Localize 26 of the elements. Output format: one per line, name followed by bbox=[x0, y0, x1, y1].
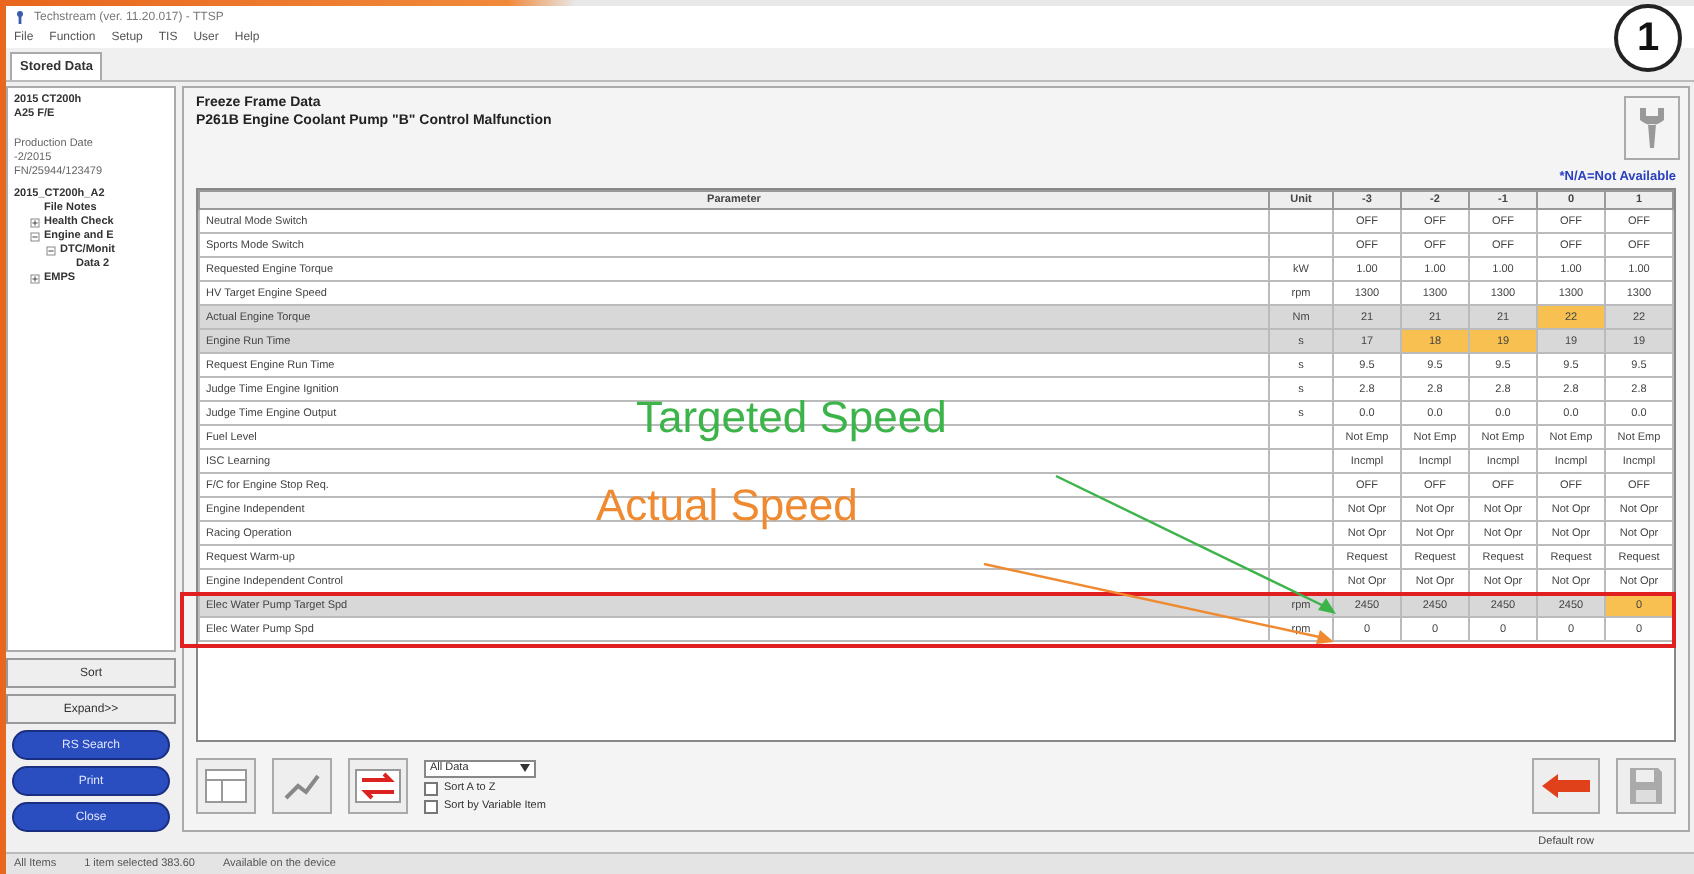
unit-cell bbox=[1269, 425, 1333, 449]
unit-cell bbox=[1269, 545, 1333, 569]
swap-icon bbox=[354, 768, 402, 804]
checkbox[interactable] bbox=[424, 781, 438, 795]
expand-icon[interactable] bbox=[30, 273, 40, 283]
unit-cell bbox=[1269, 233, 1333, 257]
floppy-icon bbox=[1628, 766, 1664, 806]
wrench-icon bbox=[1634, 104, 1670, 152]
unit-cell bbox=[1269, 449, 1333, 473]
arrow-left-icon bbox=[1540, 772, 1592, 800]
unit-cell bbox=[1269, 209, 1333, 233]
collapse-icon[interactable] bbox=[30, 231, 40, 241]
expand-icon[interactable] bbox=[30, 217, 40, 227]
settings-button[interactable] bbox=[1624, 96, 1680, 160]
swap-button[interactable] bbox=[348, 758, 408, 814]
caret-icon bbox=[520, 764, 530, 772]
unit-cell bbox=[1269, 473, 1333, 497]
checkbox[interactable] bbox=[424, 799, 438, 813]
layout-button[interactable] bbox=[196, 758, 256, 814]
unit-cell bbox=[1269, 521, 1333, 545]
table-icon bbox=[204, 768, 248, 804]
back-button[interactable] bbox=[1532, 758, 1600, 814]
collapse-icon[interactable] bbox=[46, 245, 56, 255]
save-button[interactable] bbox=[1616, 758, 1676, 814]
graph-button[interactable] bbox=[272, 758, 332, 814]
app-icon bbox=[14, 10, 26, 24]
